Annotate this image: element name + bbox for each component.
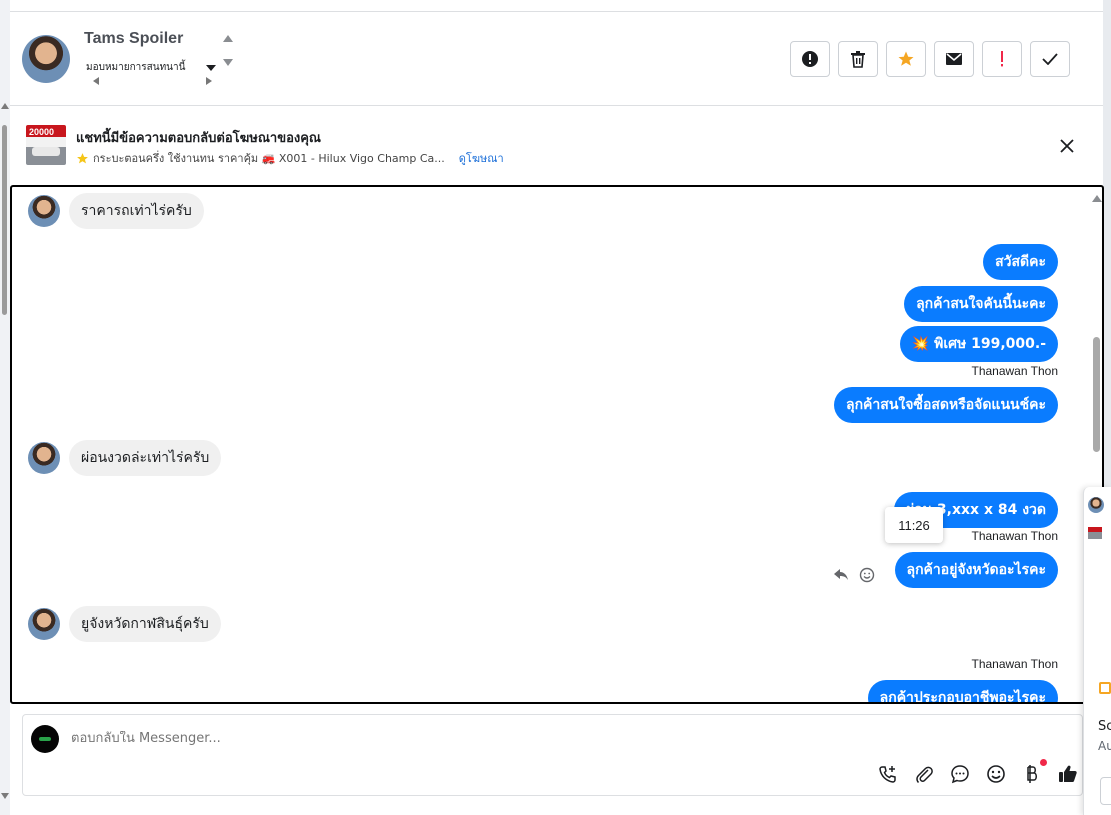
outgoing-message[interactable]: ลุกค้าอยู่จังหวัดอะไรคะ: [894, 552, 1058, 588]
spam-report-button[interactable]: [790, 41, 830, 77]
caret-down-icon: [206, 65, 216, 71]
payment-button[interactable]: [1021, 759, 1047, 785]
sender-name: Thanawan Thon: [971, 657, 1058, 671]
conversation-header: Tams Spoiler มอบหมายการสนทนานี้: [10, 12, 1103, 106]
box-icon: [1099, 682, 1111, 694]
spin-up-arrow-icon[interactable]: [223, 35, 233, 42]
scroll-down-arrow-icon[interactable]: [1, 793, 9, 799]
close-icon[interactable]: [1060, 139, 1074, 153]
inbox-conversation-view: Tams Spoiler มอบหมายการสนทนานี้ 20000 แช…: [0, 0, 1111, 815]
reply-icon[interactable]: [833, 568, 849, 582]
saved-replies-button[interactable]: [949, 763, 971, 785]
star-icon: [77, 152, 88, 163]
scrollbar-thumb[interactable]: [2, 125, 7, 315]
contact-avatar: [1088, 497, 1104, 513]
scroll-up-arrow-icon[interactable]: [1092, 195, 1102, 202]
scrollbar-thumb[interactable]: [1093, 337, 1100, 452]
reply-composer: [22, 714, 1083, 796]
incoming-message[interactable]: ราคารถเท่าไร่ครับ: [69, 193, 204, 229]
paperclip-icon: [916, 766, 933, 784]
message-thread[interactable]: ราคารถเท่าไร่ครับ สวัสดีคะ ลุกค้าสนใจคัน…: [10, 185, 1104, 704]
outgoing-message[interactable]: ลุกค้าสนใจซื้อสดหรือจัดแนนช์คะ: [834, 387, 1058, 423]
like-button[interactable]: [1057, 763, 1079, 785]
star-icon: [898, 51, 914, 66]
left-scrollbar[interactable]: [0, 0, 10, 815]
side-popup-panel[interactable]: Sc Au: [1083, 487, 1111, 815]
incoming-message[interactable]: ผ่อนงวดล่ะเท่าไร่ครับ: [69, 440, 222, 476]
emoji-button[interactable]: [985, 763, 1007, 785]
chat-bubble-icon: [951, 765, 969, 784]
alert-circle-icon: [802, 51, 818, 67]
mark-unread-button[interactable]: [934, 41, 974, 77]
contact-avatar[interactable]: [28, 442, 60, 474]
star-button[interactable]: [886, 41, 926, 77]
assign-conversation-dropdown[interactable]: มอบหมายการสนทนานี้: [82, 56, 234, 88]
follow-up-button[interactable]: [982, 41, 1022, 77]
attach-button[interactable]: [913, 763, 935, 785]
emoji-icon: [987, 765, 1005, 783]
spin-down-arrow-icon[interactable]: [223, 59, 233, 66]
checkmark-icon: [1042, 53, 1058, 65]
incoming-message-row: ราคารถเท่าไร่ครับ: [28, 193, 204, 229]
conversation-actions: [790, 41, 1070, 77]
ad-thumbnail-price: 20000: [29, 127, 55, 137]
scroll-up-arrow-icon[interactable]: [1, 103, 9, 109]
message-input[interactable]: [71, 731, 671, 746]
exclamation-icon: [1001, 51, 1003, 67]
car-image: [32, 147, 60, 156]
envelope-icon: [946, 53, 962, 65]
emoji-react-icon[interactable]: [859, 567, 875, 583]
view-ad-link[interactable]: ดูโฆษณา: [459, 149, 504, 167]
contact-avatar[interactable]: [22, 35, 70, 83]
incoming-message-row: ผ่อนงวดล่ะเท่าไร่ครับ: [28, 440, 222, 476]
popup-button[interactable]: [1100, 777, 1111, 805]
phone-add-icon: [879, 766, 896, 783]
delete-button[interactable]: [838, 41, 878, 77]
call-button[interactable]: [877, 763, 899, 785]
scroll-left-arrow-icon[interactable]: [93, 77, 99, 85]
timestamp-tooltip: 11:26: [885, 507, 943, 543]
ad-thumbnail: [1088, 527, 1102, 539]
outgoing-message[interactable]: ลุกค้าประกอบอาชีพอะไรคะ: [867, 680, 1058, 702]
contact-avatar[interactable]: [28, 195, 60, 227]
contact-name[interactable]: Tams Spoiler: [84, 30, 183, 48]
composer-toolbar: [877, 759, 1079, 785]
popup-title: Sc: [1098, 719, 1111, 734]
ad-banner-subtitle: กระบะตอนครึ่ง ใช้งานทน ราคาคุ้ม 🚒 X001 -…: [76, 149, 504, 167]
ad-thumbnail[interactable]: 20000: [26, 125, 66, 165]
ad-description: กระบะตอนครึ่ง ใช้งานทน ราคาคุ้ม 🚒 X001 -…: [93, 152, 445, 165]
contact-avatar[interactable]: [28, 608, 60, 640]
incoming-message[interactable]: ยูจังหวัดกาฬสินธุ์ครับ: [69, 606, 221, 642]
thumbs-up-icon: [1059, 765, 1077, 782]
ad-reply-banner: 20000 แชทนี้มีข้อความตอบกลับต่อโฆษณาของค…: [10, 107, 1103, 183]
page-avatar: [31, 725, 59, 753]
outgoing-message[interactable]: สวัสดีคะ: [983, 244, 1058, 280]
assign-label: มอบหมายการสนทนานี้: [86, 62, 186, 73]
outgoing-message[interactable]: 💥 พิเศษ 199,000.-: [899, 326, 1058, 362]
popup-subtitle: Au: [1098, 739, 1111, 753]
notification-dot: [1040, 759, 1047, 766]
baht-icon: [1027, 765, 1037, 783]
scroll-right-arrow-icon[interactable]: [206, 77, 212, 85]
incoming-message-row: ยูจังหวัดกาฬสินธุ์ครับ: [28, 606, 221, 642]
mark-done-button[interactable]: [1030, 41, 1070, 77]
trash-icon: [851, 51, 865, 68]
message-hover-actions: [833, 567, 875, 583]
sender-name: Thanawan Thon: [971, 364, 1058, 378]
ad-banner-title: แชทนี้มีข้อความตอบกลับต่อโฆษณาของคุณ: [76, 131, 321, 146]
outgoing-message[interactable]: ลุกค้าสนใจคันนี้นะคะ: [904, 286, 1058, 322]
sender-name: Thanawan Thon: [971, 529, 1058, 543]
